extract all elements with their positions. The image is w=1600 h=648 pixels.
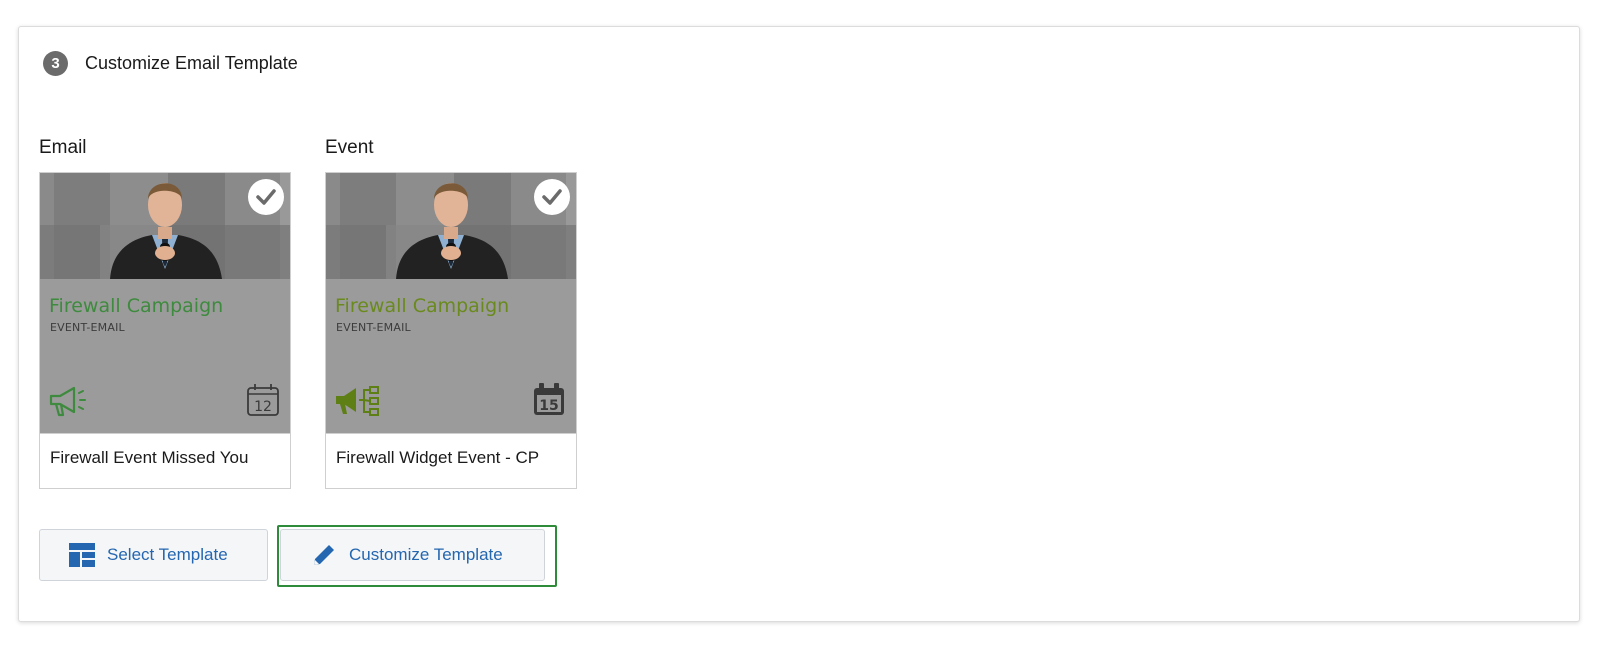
template-name: Firewall Widget Event - CP: [326, 433, 576, 488]
customize-template-button[interactable]: Customize Template: [280, 529, 545, 581]
campaign-title: Firewall Campaign: [49, 295, 224, 317]
campaign-subtitle: EVENT-EMAIL: [50, 321, 125, 334]
event-template-card[interactable]: Firewall Campaign EVENT-EMAIL 15 Firewal…: [325, 172, 577, 489]
event-column-label: Event: [325, 137, 374, 158]
campaign-subtitle: EVENT-EMAIL: [336, 321, 411, 334]
layout-template-icon: [69, 543, 95, 567]
megaphone-outline-icon: [48, 385, 88, 422]
campaign-title: Firewall Campaign: [335, 295, 510, 317]
pencil-icon: [314, 545, 334, 565]
step-title: Customize Email Template: [85, 53, 298, 73]
step-header: 3 Customize Email Template: [43, 51, 298, 76]
template-name: Firewall Event Missed You: [40, 433, 290, 488]
selected-check-icon: [534, 179, 570, 215]
calendar-day: 15: [539, 398, 558, 414]
customize-template-label: Customize Template: [349, 545, 503, 564]
template-thumbnail: Firewall Campaign EVENT-EMAIL 12: [40, 173, 290, 433]
calendar-outline-icon: 12: [246, 383, 280, 422]
customize-email-template-panel: 3 Customize Email Template Email Firewal…: [18, 26, 1580, 622]
email-column-label: Email: [39, 137, 87, 158]
select-template-button[interactable]: Select Template: [39, 529, 268, 581]
calendar-solid-icon: 15: [532, 383, 566, 422]
step-number-badge: 3: [43, 51, 68, 76]
email-template-card[interactable]: Firewall Campaign EVENT-EMAIL 12 Firewal…: [39, 172, 291, 489]
megaphone-network-icon: [334, 385, 384, 422]
calendar-day: 12: [254, 399, 272, 415]
selected-check-icon: [248, 179, 284, 215]
template-thumbnail: Firewall Campaign EVENT-EMAIL 15: [326, 173, 576, 433]
select-template-label: Select Template: [107, 545, 228, 564]
